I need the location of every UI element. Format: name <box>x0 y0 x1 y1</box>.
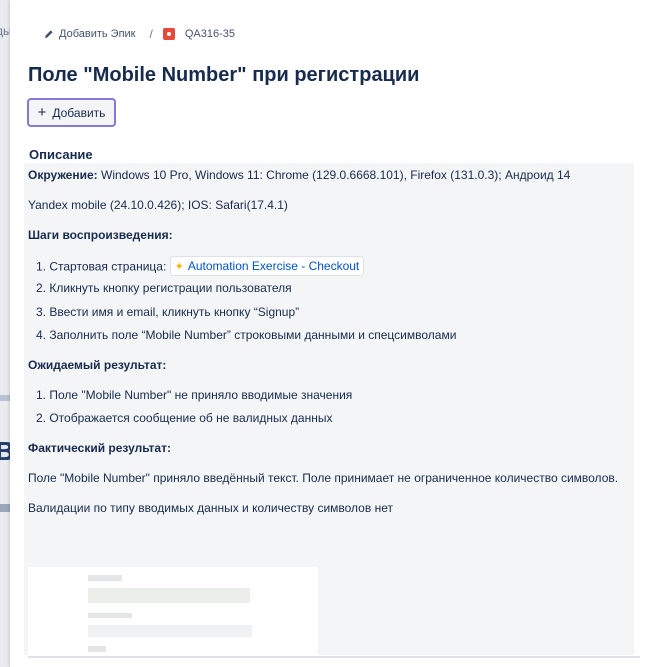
link-label: Automation Exercise - Checkout <box>187 259 360 273</box>
list-item: 2. Кликнуть кнопку регистрации пользоват… <box>36 281 292 295</box>
steps-heading: Шаги воспроизведения: <box>28 228 173 242</box>
actual-heading: Фактический результат: <box>28 441 171 455</box>
environment-line-2: Yandex mobile (24.10.0.426); IOS: Safari… <box>28 198 288 212</box>
issue-title[interactable]: Поле "Mobile Number" при регистрации <box>28 64 419 87</box>
issue-key-link[interactable]: QA316-35 <box>162 28 235 40</box>
environment-line: Окружение: Windows 10 Pro, Windows 11: C… <box>28 168 570 182</box>
bug-icon <box>162 28 175 40</box>
issue-key: QA316-35 <box>184 28 235 40</box>
description-field[interactable]: Окружение: Windows 10 Pro, Windows 11: C… <box>24 163 634 655</box>
list-item: 3. Ввести имя и email, кликнуть кнопку “… <box>36 305 300 319</box>
step-text: 1. Стартовая страница: <box>36 259 167 274</box>
actual-text-2: Валидации по типу вводимых данных и коли… <box>28 501 393 515</box>
add-button-label: Добавить <box>52 105 106 120</box>
divider <box>28 656 640 658</box>
breadcrumb: Добавить Эпик / QA316-35 <box>44 27 235 41</box>
backdrop-shape <box>0 504 10 512</box>
list-item: 1. Поле "Mobile Number" не приняло вводи… <box>36 388 353 402</box>
add-button[interactable]: + Добавить <box>27 98 116 127</box>
breadcrumb-separator: / <box>149 27 153 41</box>
list-item: 1. Стартовая страница: ✦ Automation Exer… <box>36 256 365 277</box>
plus-icon: + <box>37 104 47 121</box>
actual-text: Поле "Mobile Number" приняло введённый т… <box>28 471 619 485</box>
environment-text: Windows 10 Pro, Windows 11: Chrome (129.… <box>97 168 571 182</box>
environment-label: Окружение: <box>28 168 98 182</box>
description-heading: Описание <box>29 147 93 162</box>
add-epic-label: Добавить Эпик <box>59 28 136 40</box>
automation-exercise-link[interactable]: ✦ Automation Exercise - Checkout <box>169 256 365 276</box>
expected-heading: Ожидаемый результат: <box>28 358 167 372</box>
list-item: 2. Отображается сообщение об не валидных… <box>36 411 333 425</box>
pencil-icon <box>45 30 53 38</box>
attachment-preview[interactable] <box>28 567 318 655</box>
backdrop-shape <box>0 395 10 401</box>
sparkle-icon: ✦ <box>174 260 184 273</box>
list-item: 4. Заполнить поле “Mobile Number” строко… <box>36 328 457 342</box>
add-epic-link[interactable]: Добавить Эпик <box>44 28 136 40</box>
issue-modal: Добавить Эпик / QA316-35 Поле "Mobile Nu… <box>10 0 653 667</box>
